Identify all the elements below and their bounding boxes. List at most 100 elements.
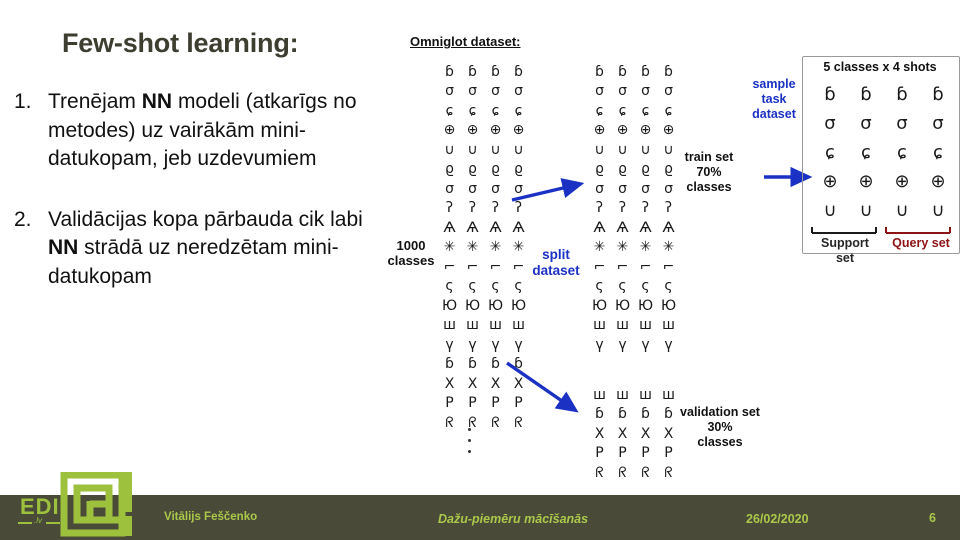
support-label-line1: Support [821,236,869,250]
glyph-cell: ɓ [641,63,650,80]
footer-page-number: 6 [929,511,936,525]
omniglot-dataset-label: Omniglot dataset: [410,34,521,49]
glyph-cell: ɓ [468,356,477,373]
glyph-cell: Ю [441,297,458,314]
train-glyph-grid: ɓ ɓ ɓ ɓ σ σ σ σ ɕ ɕ ɕ ɕ ⊕ ⊕ ⊕ ⊕ ∪ ∪ ∪ ∪ ϱ ϱ ϱ ϱ σ σ σ σ ʔ ʔ ʔ ʔ Ѧ Ѧ Ѧ Ѧ ✳ ✳ ✳ ✳… [588,62,680,355]
glyph-cell: ɓ [618,406,627,423]
glyph-cell: ɕ [514,102,523,119]
glyph-cell: ς [445,278,454,295]
edi-logo: EDI .lv [12,471,142,538]
glyph-cell: ү [491,336,500,353]
glyph-cell: ς [468,278,477,295]
glyph-cell: ⊕ [466,122,479,139]
classes-count-unit: classes [387,253,435,269]
glyph-cell: Ю [464,297,481,314]
glyph-cell: ∪ [640,141,651,158]
sample-label-line3: dataset [752,106,796,121]
glyph-cell: Ю [614,297,631,314]
validation-set-title: validation set [680,405,760,419]
glyph-cell: σ [664,83,673,100]
glyph-cell: ᖇ [491,414,500,431]
glyph-cell: ✳ [489,239,502,256]
glyph-cell: ⌐ [489,258,502,275]
footer-date: 26/02/2020 [746,512,809,526]
glyph-cell: ⊕ [822,170,838,192]
ellipsis-dots [468,428,471,453]
validation-set-percent: 30% [707,419,733,434]
glyph-cell: X [640,425,651,442]
glyph-cell: ɓ [595,406,604,423]
glyph-cell: σ [641,83,650,100]
glyph-cell: ∪ [617,141,628,158]
glyph-cell: Ѧ [466,219,479,236]
glyph-cell: ɓ [896,83,908,105]
glyph-cell: σ [595,180,604,197]
glyph-cell: ϱ [618,161,627,178]
glyph-cell: σ [445,180,454,197]
glyph-cell: P [468,395,477,412]
glyph-cell: ɓ [860,83,872,105]
glyph-cell: ɕ [825,141,835,163]
glyph-cell: σ [468,83,477,100]
glyph-cell: Ѧ [489,219,502,236]
glyph-cell: ⊕ [894,170,910,192]
glyph-cell: ᖇ [664,464,673,481]
glyph-cell: σ [618,180,627,197]
glyph-cell: ɓ [468,63,477,80]
glyph-cell: ᖇ [618,464,627,481]
glyph-cell: ү [595,336,604,353]
glyph-cell: ✳ [593,239,606,256]
classes-count-label: 1000 classes [378,238,444,269]
glyph-cell: ς [514,278,523,295]
glyph-cell: ɕ [664,102,673,119]
glyph-cell: σ [491,180,500,197]
glyph-cell: X [617,425,628,442]
glyph-cell: ∪ [823,199,837,221]
train-set-title: train set [684,150,734,164]
glyph-cell: ɕ [595,102,604,119]
train-set-percent: 70% [696,164,722,179]
classes-count-value: 1000 [396,238,426,253]
glyph-cell: ∪ [444,141,455,158]
glyph-cell: ɓ [445,63,454,80]
glyph-cell: ү [468,336,477,353]
glyph-cell: ɕ [641,102,650,119]
glyph-cell: P [445,395,454,412]
sample-label-line2: task [761,91,787,106]
split-dataset-label: split dataset [520,247,592,279]
glyph-cell: σ [932,112,944,134]
glyph-cell: ɓ [932,83,944,105]
glyph-cell: σ [595,83,604,100]
glyph-cell: ʔ [664,200,673,217]
glyph-cell: ⊕ [512,122,525,139]
logo-rule-right [46,522,60,524]
glyph-cell: ү [514,336,523,353]
glyph-cell: P [618,445,627,462]
glyph-cell: ϱ [491,161,500,178]
glyph-cell: ᖇ [641,464,650,481]
glyph-cell: ш [512,317,525,334]
glyph-cell: ɓ [824,83,836,105]
glyph-cell: ⊕ [930,170,946,192]
glyph-cell: ς [595,278,604,295]
glyph-cell: ✳ [616,239,629,256]
glyph-cell: ∪ [931,199,945,221]
footer-author: Vitālijs Feščenko [164,511,258,523]
support-set-label: Support set [806,236,884,266]
glyph-cell: X [490,375,501,392]
glyph-cell: ✳ [639,239,652,256]
glyph-cell: ɕ [445,102,454,119]
glyph-cell: ʔ [468,200,477,217]
glyph-cell: ∪ [467,141,478,158]
glyph-cell: Ю [637,297,654,314]
glyph-cell: ш [639,317,652,334]
glyph-cell: ш [593,317,606,334]
support-label-line2: set [835,250,855,265]
omniglot-diagram: Omniglot dataset: ɓ ɓ ɓ ɓ σ σ σ σ ɕ ɕ ɕ ɕ ⊕ ⊕ ⊕ ⊕ ∪ ∪ ∪ ∪ ϱ ϱ… [0,0,960,495]
sample-label-line1: sample [752,77,796,91]
glyph-cell: ∪ [490,141,501,158]
validation-set-unit: classes [697,434,743,449]
task-glyph-grid: ɓ ɓ ɓ ɓ σ σ σ σ ɕ ɕ ɕ ɕ ⊕ ⊕ ⊕ ⊕ ∪ ∪ ∪ ∪ [812,80,956,225]
glyph-cell: ш [639,386,652,403]
glyph-cell: ɓ [445,356,454,373]
